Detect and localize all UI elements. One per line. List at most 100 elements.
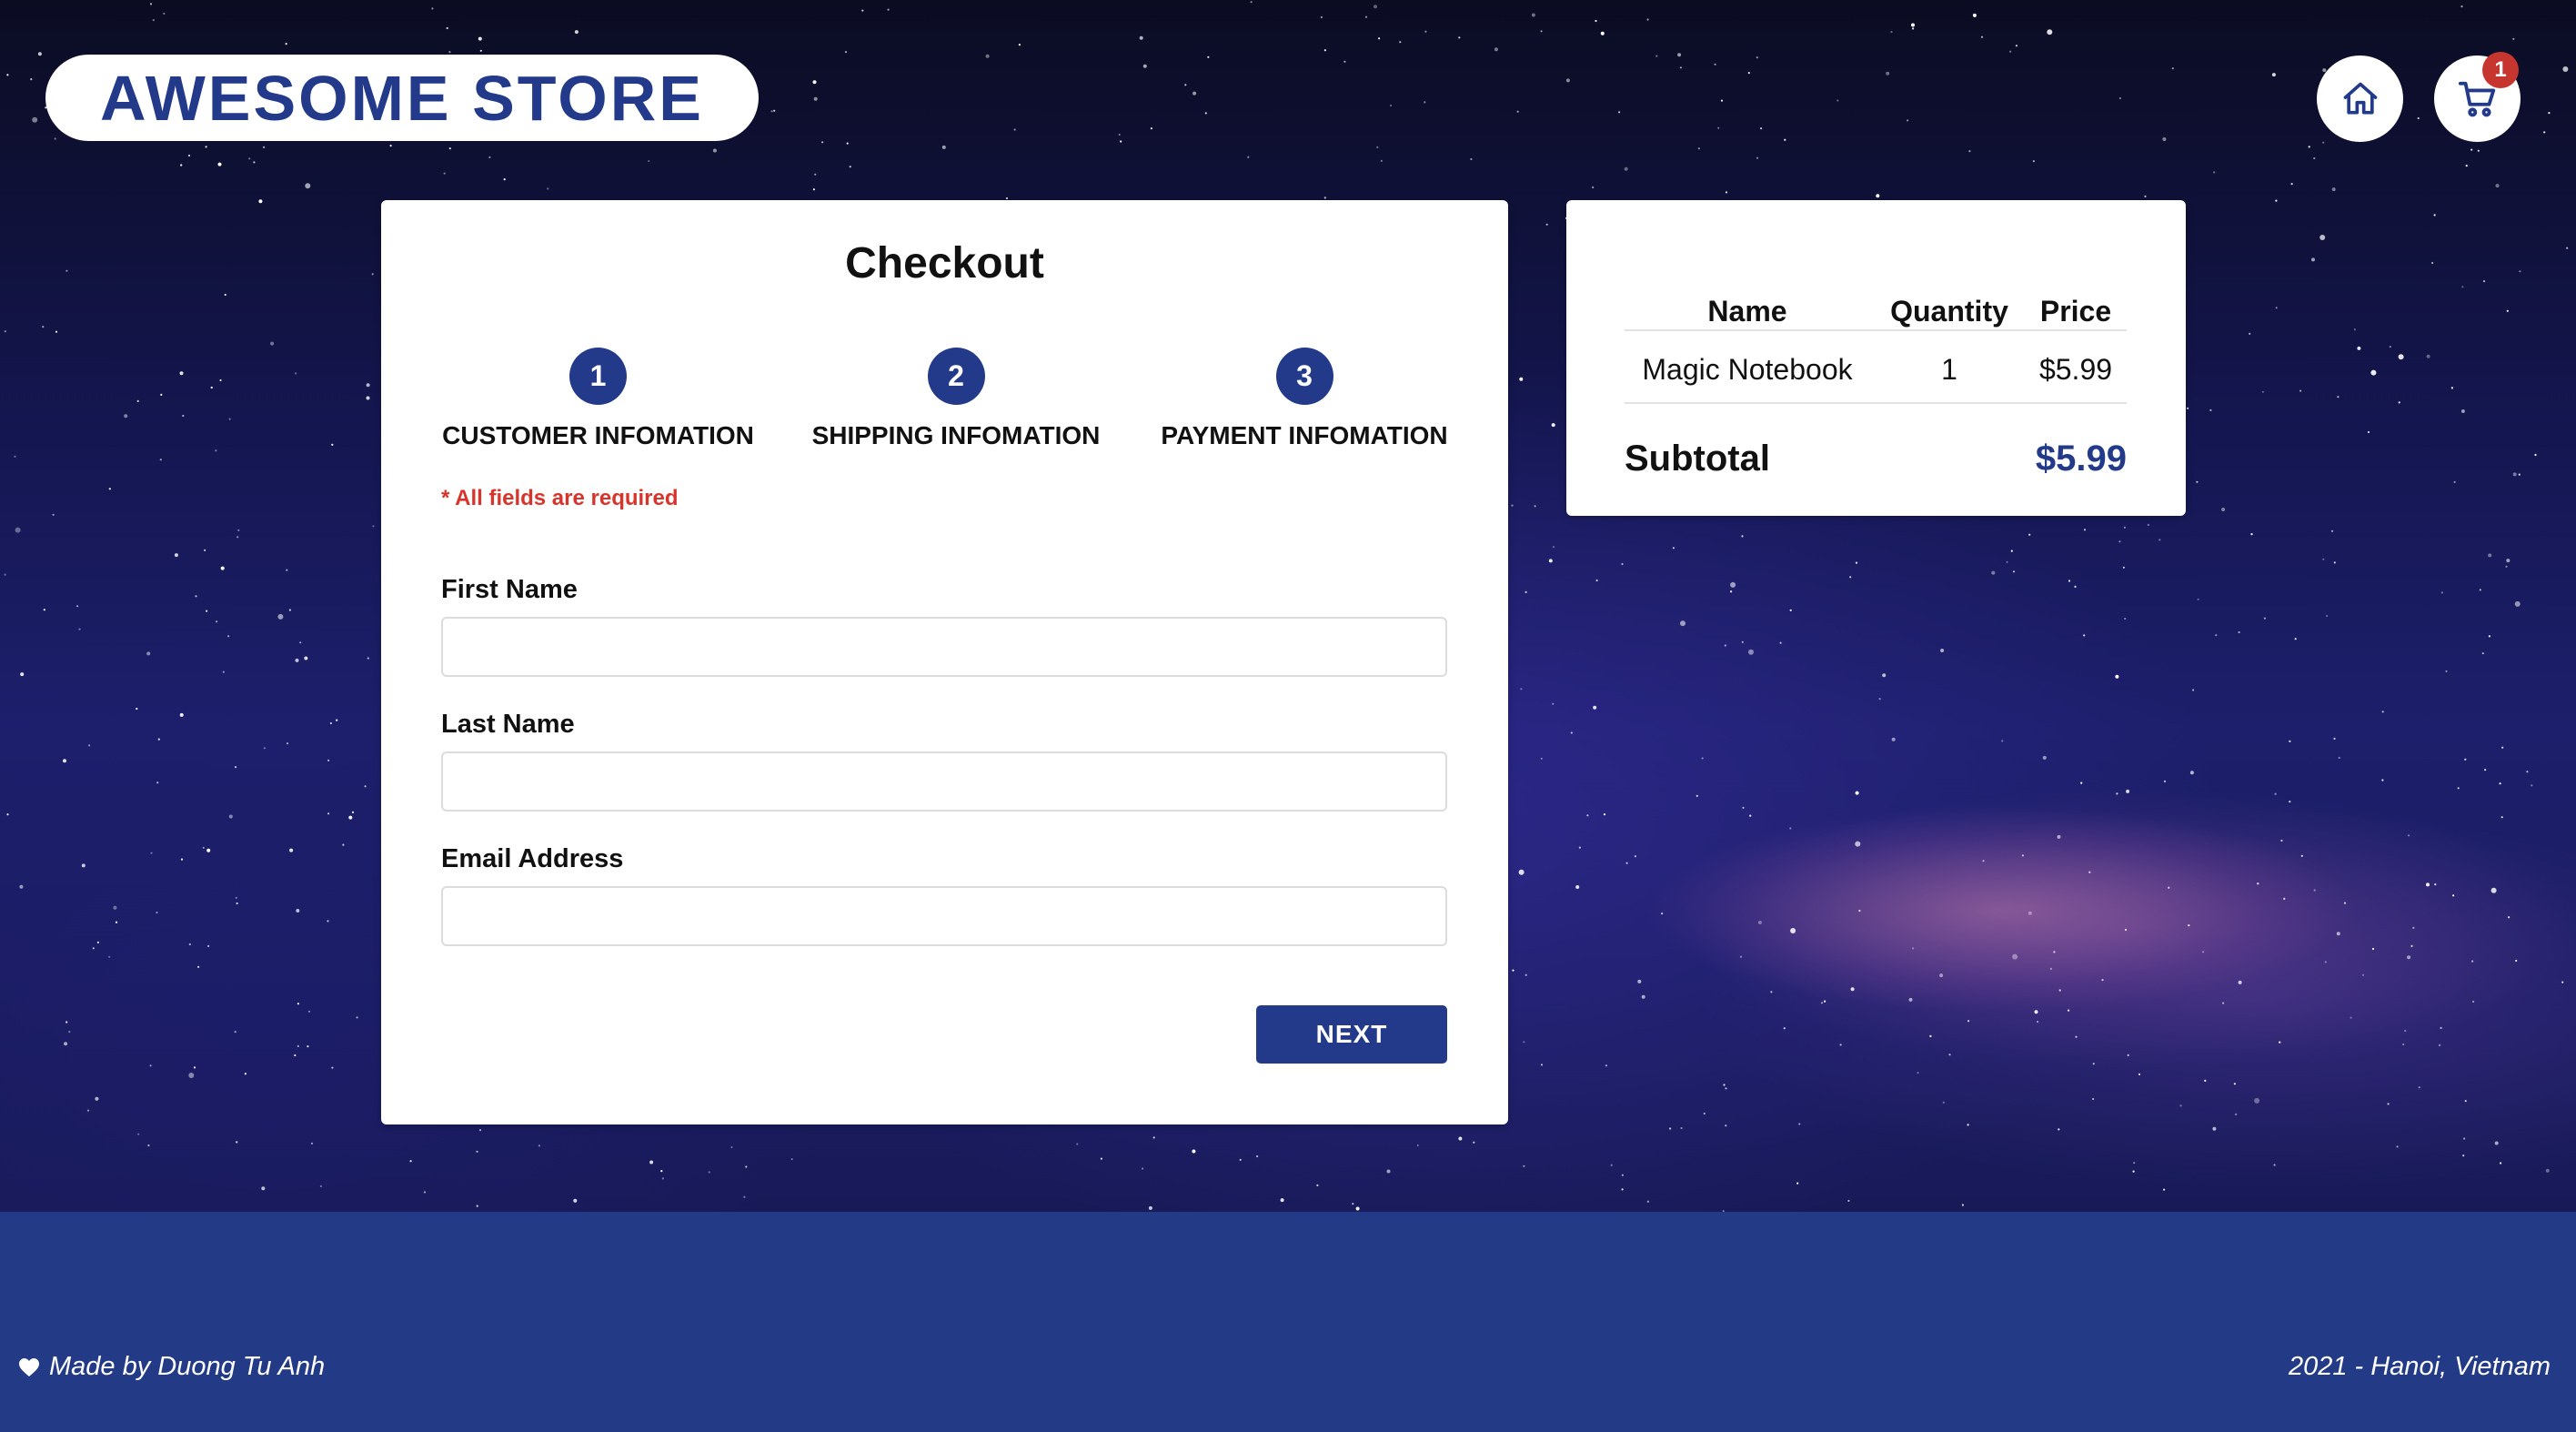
store-logo[interactable]: AWESOME STORE (45, 55, 759, 141)
star (63, 759, 66, 763)
star (108, 955, 111, 958)
star (2133, 1162, 2136, 1165)
star (1518, 869, 1524, 875)
star (37, 52, 42, 56)
star (146, 651, 151, 656)
column-header-quantity: Quantity (1890, 295, 2008, 328)
star (2464, 1100, 2467, 1103)
star (1967, 1020, 1970, 1023)
star (1247, 156, 1250, 158)
star (1961, 1204, 1964, 1206)
star (299, 641, 302, 644)
star (1386, 1169, 1391, 1174)
star (446, 26, 448, 30)
star (206, 610, 208, 612)
star (1552, 546, 1555, 549)
star (2037, 1021, 2039, 1024)
star (1703, 1112, 1706, 1115)
star (237, 529, 240, 532)
star (2426, 354, 2430, 358)
star (2417, 116, 2420, 120)
star (1323, 49, 1326, 52)
first-name-field[interactable] (441, 617, 1447, 677)
star (2357, 346, 2361, 350)
star (329, 721, 332, 725)
star (1824, 1000, 1826, 1003)
star (68, 1031, 71, 1034)
star (1855, 561, 1858, 564)
star (2545, 1168, 2550, 1173)
star (1207, 55, 1210, 58)
star (248, 157, 251, 160)
star (1858, 909, 1861, 913)
star (1680, 1126, 1683, 1130)
star (2440, 1026, 2442, 1029)
star (1575, 885, 1580, 889)
star (476, 1205, 478, 1207)
star (1399, 41, 1402, 44)
star (2336, 932, 2340, 936)
star (2512, 472, 2517, 477)
star (1741, 535, 1744, 538)
last-name-field[interactable] (441, 751, 1447, 812)
order-summary-card: Name Quantity Price Magic Notebook 1 $5.… (1566, 200, 2186, 516)
star (2460, 5, 2463, 8)
star (1531, 13, 1535, 17)
star (305, 657, 308, 660)
star (2101, 979, 2104, 982)
home-button[interactable] (2317, 55, 2403, 142)
star (2068, 1009, 2070, 1012)
star (228, 814, 233, 819)
star (149, 1064, 152, 1067)
star (1610, 1164, 1613, 1166)
star (1204, 112, 1207, 115)
star (2353, 328, 2356, 331)
star (1789, 609, 1792, 611)
star (1142, 64, 1147, 68)
email-field[interactable] (441, 886, 1447, 946)
star (1625, 862, 1628, 864)
star (2127, 1054, 2129, 1056)
star (2402, 1043, 2405, 1046)
star (2010, 550, 2013, 552)
star (1641, 994, 1645, 999)
star (1184, 84, 1187, 86)
star (1741, 640, 1744, 643)
star (1512, 969, 1514, 972)
star (1551, 423, 1555, 428)
star (1343, 60, 1346, 63)
star (327, 812, 330, 815)
star (1355, 1206, 1360, 1211)
star (2034, 1010, 2038, 1014)
star (1739, 955, 1743, 958)
star (1779, 641, 1782, 644)
next-button[interactable]: NEXT (1256, 1005, 1447, 1064)
star (2470, 148, 2473, 151)
star (227, 635, 230, 638)
star (2289, 801, 2291, 803)
star (1494, 47, 1498, 52)
star (210, 386, 213, 389)
star (2506, 309, 2509, 312)
star (2042, 755, 2047, 760)
star (844, 51, 848, 54)
cart-button[interactable]: 1 (2434, 52, 2521, 142)
star (342, 843, 345, 846)
star (1621, 1188, 1624, 1191)
star (152, 19, 155, 22)
star (156, 782, 159, 784)
star (65, 269, 68, 272)
star (1939, 973, 1944, 978)
star (2501, 746, 2504, 749)
star (1593, 705, 1597, 710)
star (1724, 644, 1726, 647)
star (92, 947, 95, 950)
star (813, 96, 818, 101)
star (2171, 67, 2174, 70)
star (2132, 1170, 2135, 1173)
star (1618, 111, 1621, 114)
star (2147, 523, 2149, 527)
star (2324, 961, 2327, 963)
star (2274, 792, 2277, 795)
star (861, 9, 864, 12)
